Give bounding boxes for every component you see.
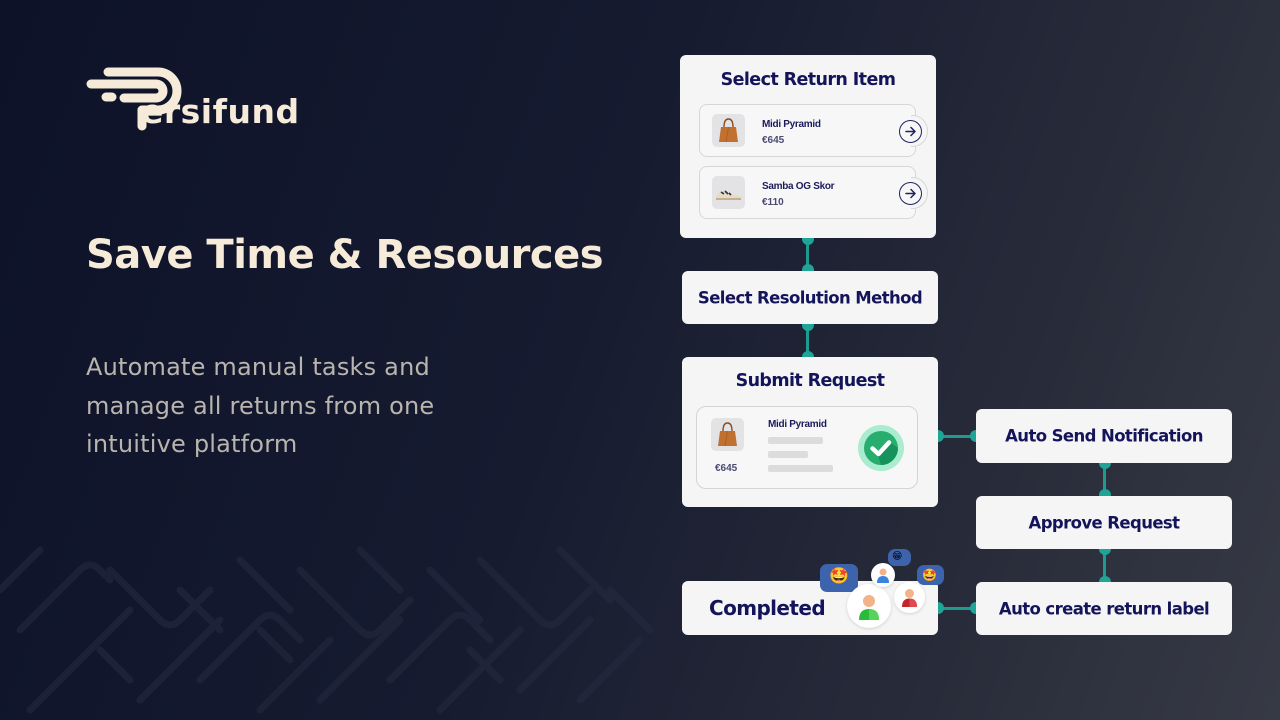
return-item-row[interactable]: Midi Pyramid €645 xyxy=(699,104,928,157)
item-price: €645 xyxy=(715,463,738,474)
step-label: Completed xyxy=(709,596,826,620)
placeholder-line xyxy=(768,437,823,444)
auto-create-return-label-step[interactable]: Auto create return label xyxy=(976,582,1232,635)
auto-send-notification-step[interactable]: Auto Send Notification xyxy=(976,409,1232,463)
background-pattern xyxy=(0,546,654,714)
item-price: €110 xyxy=(762,197,784,208)
placeholder-line xyxy=(768,465,833,472)
star-struck-emoji-icon: 🤩 xyxy=(829,568,849,585)
hero-subtitle: Automate manual tasks and manage all ret… xyxy=(86,348,506,464)
user-red-avatar xyxy=(894,582,925,613)
item-name: Midi Pyramid xyxy=(768,419,827,430)
select-return-item-card: Select Return Item Midi Pyramid €645 Sam… xyxy=(680,55,936,238)
step-label: Select Resolution Method xyxy=(697,288,923,307)
arrow-right-circle-icon[interactable] xyxy=(899,120,922,143)
submit-request-card: Submit Request €645 Midi Pyramid xyxy=(682,357,938,507)
user-green-avatar xyxy=(847,584,891,628)
persifund-logo: ersifund xyxy=(86,66,316,132)
hero-title: Save Time & Resources xyxy=(86,232,604,278)
subtitle-line: manage all returns from one xyxy=(86,391,435,420)
item-name: Samba OG Skor xyxy=(762,181,835,192)
submitted-item: €645 Midi Pyramid xyxy=(696,406,918,489)
arrow-right-circle-icon[interactable] xyxy=(899,182,922,205)
logo-wordmark: ersifund xyxy=(141,92,300,131)
tote-bag-thumbnail-icon xyxy=(712,114,745,147)
card-title: Submit Request xyxy=(735,371,885,391)
subtitle-line: intuitive platform xyxy=(86,430,298,458)
approve-request-step[interactable]: Approve Request xyxy=(976,496,1232,549)
item-name: Midi Pyramid xyxy=(762,119,821,130)
sneaker-thumbnail-icon xyxy=(712,176,745,209)
select-resolution-method-step[interactable]: Select Resolution Method xyxy=(682,271,938,324)
subtitle-line: Automate manual tasks and xyxy=(86,353,430,381)
item-price: €645 xyxy=(762,135,785,146)
user-blue-avatar xyxy=(871,563,895,587)
grinning-emoji-icon: 😁 xyxy=(892,551,903,562)
star-struck-emoji-icon: 🤩 xyxy=(922,568,937,582)
card-title: Select Return Item xyxy=(720,70,896,90)
step-label: Auto Send Notification xyxy=(1005,426,1203,446)
tote-bag-thumbnail-icon xyxy=(711,418,744,451)
check-circle-icon xyxy=(858,425,904,471)
step-label: Auto create return label xyxy=(998,599,1210,618)
placeholder-line xyxy=(768,451,808,458)
step-label: Approve Request xyxy=(1028,513,1181,532)
return-item-row[interactable]: Samba OG Skor €110 xyxy=(699,166,928,219)
